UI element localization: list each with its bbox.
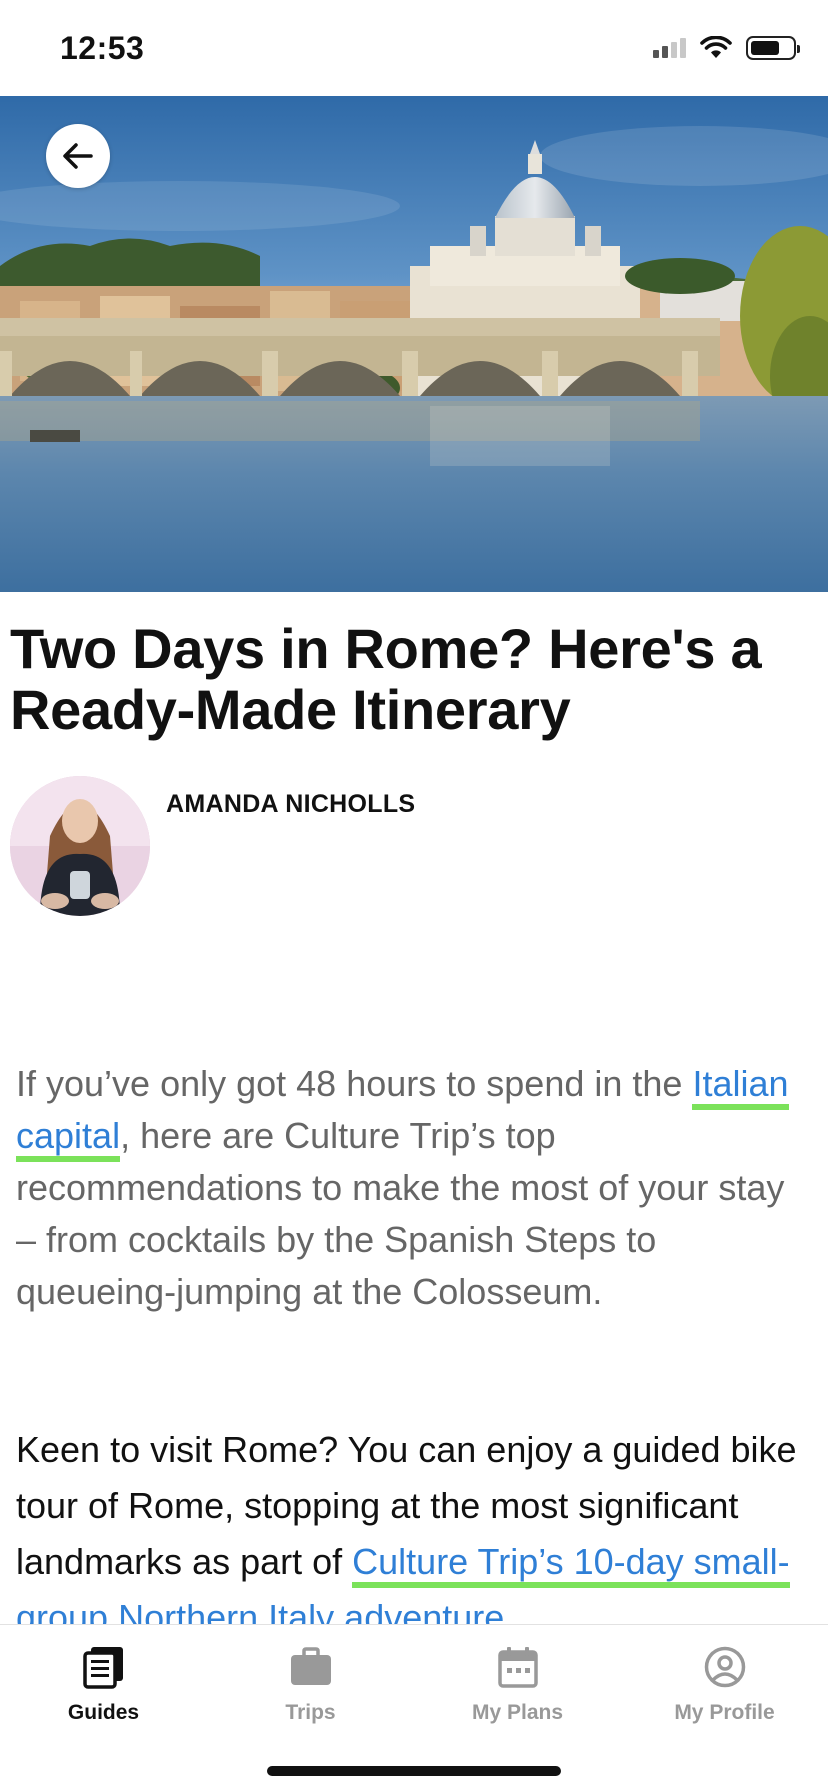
battery-icon: [746, 36, 800, 60]
tab-my-profile[interactable]: My Profile: [621, 1643, 828, 1725]
status-icons: [653, 36, 800, 60]
briefcase-icon: [290, 1647, 331, 1685]
cellular-signal-icon: [653, 38, 686, 58]
author-avatar[interactable]: [10, 776, 150, 916]
tab-trips[interactable]: Trips: [207, 1643, 414, 1725]
tab-guides-label: Guides: [67, 1701, 140, 1724]
status-time: 12:53: [60, 30, 145, 66]
calendar-icon: [497, 1647, 538, 1688]
wifi-icon: [700, 36, 732, 58]
guides-icon: [82, 1647, 123, 1689]
tab-my-profile-label: My Profile: [674, 1701, 775, 1724]
article-body-paragraph: Keen to visit Rome? You can enjoy a guid…: [16, 1422, 806, 1646]
status-bar: 12:53: [0, 0, 828, 96]
tab-trips-label: Trips: [285, 1701, 336, 1724]
hero-image: [0, 96, 828, 592]
rome-skyline-image: [0, 96, 828, 592]
home-indicator[interactable]: [267, 1766, 561, 1776]
author-name[interactable]: AMANDA NICHOLLS: [166, 790, 415, 819]
tab-my-plans-label: My Plans: [471, 1701, 564, 1724]
article-intro-paragraph: If you’ve only got 48 hours to spend in …: [16, 1063, 789, 1312]
arrow-left-icon: [63, 143, 93, 169]
tab-my-plans[interactable]: My Plans: [414, 1643, 621, 1725]
tab-guides[interactable]: Guides: [0, 1643, 207, 1725]
profile-icon: [704, 1646, 745, 1688]
back-button[interactable]: [46, 124, 110, 188]
article-title: Two Days in Rome? Here's a Ready-Made It…: [10, 617, 762, 741]
